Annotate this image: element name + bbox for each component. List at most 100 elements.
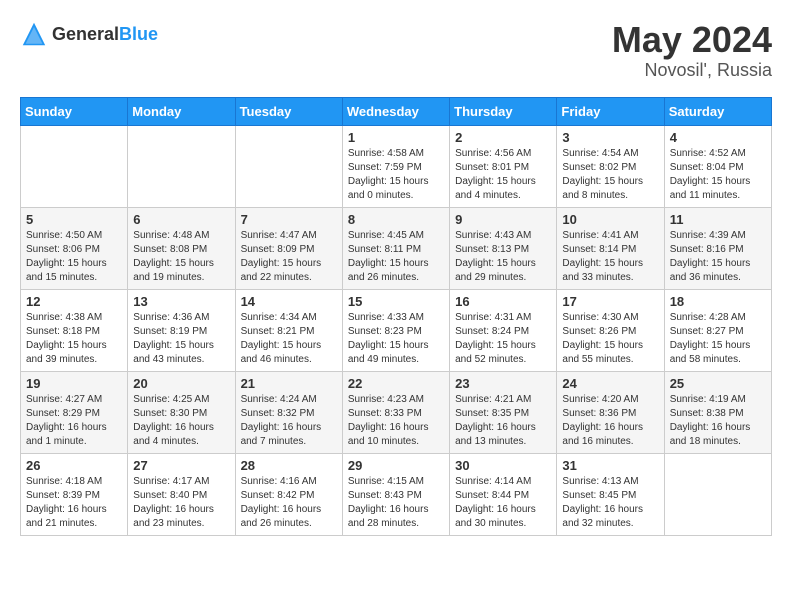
day-info: Sunrise: 4:34 AM Sunset: 8:21 PM Dayligh…: [241, 311, 337, 367]
day-info: Sunrise: 4:28 AM Sunset: 8:27 PM Dayligh…: [670, 311, 766, 367]
calendar-cell: 27 Sunrise: 4:17 AM Sunset: 8:40 PM Dayli…: [128, 453, 235, 535]
day-number: 19: [26, 376, 122, 391]
day-info: Sunrise: 4:41 AM Sunset: 8:14 PM Dayligh…: [562, 229, 658, 285]
calendar-cell: 7 Sunrise: 4:47 AM Sunset: 8:09 PM Daylig…: [235, 207, 342, 289]
calendar-cell: 6Sunrise: 4:48 AM Sunset: 8:08 PM Daylig…: [128, 207, 235, 289]
calendar-cell: 2Sunrise: 4:56 AM Sunset: 8:01 PM Daylig…: [450, 125, 557, 207]
calendar-cell: 30 Sunrise: 4:14 AM Sunset: 8:44 PM Dayli…: [450, 453, 557, 535]
day-info: Sunrise: 4:52 AM Sunset: 8:04 PM Dayligh…: [670, 147, 766, 203]
day-number: 10: [562, 212, 658, 227]
calendar-cell: 1 Sunrise: 4:58 AM Sunset: 7:59 PM Daylig…: [342, 125, 449, 207]
calendar-week-row: 5 Sunrise: 4:50 AM Sunset: 8:06 PM Daylig…: [21, 207, 772, 289]
day-info: Sunrise: 4:31 AM Sunset: 8:24 PM Dayligh…: [455, 311, 551, 367]
page-header: GeneralBlue May 2024 Novosil', Russia: [20, 20, 772, 81]
calendar-cell: 5 Sunrise: 4:50 AM Sunset: 8:06 PM Daylig…: [21, 207, 128, 289]
calendar-cell: 15Sunrise: 4:33 AM Sunset: 8:23 PM Dayli…: [342, 289, 449, 371]
day-info: Sunrise: 4:17 AM Sunset: 8:40 PM Dayligh…: [133, 475, 229, 531]
day-info: Sunrise: 4:58 AM Sunset: 7:59 PM Dayligh…: [348, 147, 444, 203]
day-info: Sunrise: 4:14 AM Sunset: 8:44 PM Dayligh…: [455, 475, 551, 531]
day-info: Sunrise: 4:45 AM Sunset: 8:11 PM Dayligh…: [348, 229, 444, 285]
calendar-cell: 24 Sunrise: 4:20 AM Sunset: 8:36 PM Dayli…: [557, 371, 664, 453]
calendar-week-row: 26Sunrise: 4:18 AM Sunset: 8:39 PM Dayli…: [21, 453, 772, 535]
calendar-header-cell: Monday: [128, 97, 235, 125]
day-number: 23: [455, 376, 551, 391]
calendar-cell: 16Sunrise: 4:31 AM Sunset: 8:24 PM Dayli…: [450, 289, 557, 371]
day-number: 29: [348, 458, 444, 473]
calendar-week-row: 12 Sunrise: 4:38 AM Sunset: 8:18 PM Dayli…: [21, 289, 772, 371]
calendar-cell: 13 Sunrise: 4:36 AM Sunset: 8:19 PM Dayli…: [128, 289, 235, 371]
logo: GeneralBlue: [20, 20, 158, 48]
day-info: Sunrise: 4:23 AM Sunset: 8:33 PM Dayligh…: [348, 393, 444, 449]
calendar-cell: 26Sunrise: 4:18 AM Sunset: 8:39 PM Dayli…: [21, 453, 128, 535]
logo-icon: [20, 20, 48, 48]
calendar-week-row: 1 Sunrise: 4:58 AM Sunset: 7:59 PM Daylig…: [21, 125, 772, 207]
day-info: Sunrise: 4:27 AM Sunset: 8:29 PM Dayligh…: [26, 393, 122, 449]
day-number: 7: [241, 212, 337, 227]
day-info: Sunrise: 4:24 AM Sunset: 8:32 PM Dayligh…: [241, 393, 337, 449]
calendar-cell: 17 Sunrise: 4:30 AM Sunset: 8:26 PM Dayli…: [557, 289, 664, 371]
day-number: 5: [26, 212, 122, 227]
day-number: 14: [241, 294, 337, 309]
calendar-cell: 14 Sunrise: 4:34 AM Sunset: 8:21 PM Dayli…: [235, 289, 342, 371]
calendar-cell: 3 Sunrise: 4:54 AM Sunset: 8:02 PM Daylig…: [557, 125, 664, 207]
day-number: 9: [455, 212, 551, 227]
day-info: Sunrise: 4:16 AM Sunset: 8:42 PM Dayligh…: [241, 475, 337, 531]
calendar-cell: 10 Sunrise: 4:41 AM Sunset: 8:14 PM Dayli…: [557, 207, 664, 289]
day-number: 17: [562, 294, 658, 309]
calendar-cell: [128, 125, 235, 207]
calendar-cell: 11 Sunrise: 4:39 AM Sunset: 8:16 PM Dayli…: [664, 207, 771, 289]
day-info: Sunrise: 4:19 AM Sunset: 8:38 PM Dayligh…: [670, 393, 766, 449]
day-info: Sunrise: 4:56 AM Sunset: 8:01 PM Dayligh…: [455, 147, 551, 203]
calendar-cell: 18 Sunrise: 4:28 AM Sunset: 8:27 PM Dayli…: [664, 289, 771, 371]
day-number: 11: [670, 212, 766, 227]
logo-general: General: [52, 24, 119, 44]
day-info: Sunrise: 4:54 AM Sunset: 8:02 PM Dayligh…: [562, 147, 658, 203]
title-block: May 2024 Novosil', Russia: [612, 20, 772, 81]
day-info: Sunrise: 4:39 AM Sunset: 8:16 PM Dayligh…: [670, 229, 766, 285]
day-number: 21: [241, 376, 337, 391]
day-number: 27: [133, 458, 229, 473]
day-info: Sunrise: 4:43 AM Sunset: 8:13 PM Dayligh…: [455, 229, 551, 285]
day-info: Sunrise: 4:38 AM Sunset: 8:18 PM Dayligh…: [26, 311, 122, 367]
day-info: Sunrise: 4:48 AM Sunset: 8:08 PM Dayligh…: [133, 229, 229, 285]
day-number: 31: [562, 458, 658, 473]
location-subtitle: Novosil', Russia: [612, 60, 772, 81]
day-number: 12: [26, 294, 122, 309]
calendar-cell: 9 Sunrise: 4:43 AM Sunset: 8:13 PM Daylig…: [450, 207, 557, 289]
day-number: 28: [241, 458, 337, 473]
calendar-header-cell: Saturday: [664, 97, 771, 125]
day-number: 20: [133, 376, 229, 391]
calendar-cell: 21 Sunrise: 4:24 AM Sunset: 8:32 PM Dayli…: [235, 371, 342, 453]
day-number: 13: [133, 294, 229, 309]
day-info: Sunrise: 4:50 AM Sunset: 8:06 PM Dayligh…: [26, 229, 122, 285]
day-number: 30: [455, 458, 551, 473]
calendar-cell: 31 Sunrise: 4:13 AM Sunset: 8:45 PM Dayli…: [557, 453, 664, 535]
day-info: Sunrise: 4:15 AM Sunset: 8:43 PM Dayligh…: [348, 475, 444, 531]
day-number: 18: [670, 294, 766, 309]
day-number: 3: [562, 130, 658, 145]
calendar-header-cell: Tuesday: [235, 97, 342, 125]
day-info: Sunrise: 4:47 AM Sunset: 8:09 PM Dayligh…: [241, 229, 337, 285]
day-number: 15: [348, 294, 444, 309]
calendar-cell: 19 Sunrise: 4:27 AM Sunset: 8:29 PM Dayli…: [21, 371, 128, 453]
calendar-cell: 8 Sunrise: 4:45 AM Sunset: 8:11 PM Daylig…: [342, 207, 449, 289]
calendar-cell: 29 Sunrise: 4:15 AM Sunset: 8:43 PM Dayli…: [342, 453, 449, 535]
calendar-cell: 20 Sunrise: 4:25 AM Sunset: 8:30 PM Dayli…: [128, 371, 235, 453]
day-info: Sunrise: 4:20 AM Sunset: 8:36 PM Dayligh…: [562, 393, 658, 449]
calendar-week-row: 19 Sunrise: 4:27 AM Sunset: 8:29 PM Dayli…: [21, 371, 772, 453]
calendar-header-cell: Thursday: [450, 97, 557, 125]
calendar-cell: 12 Sunrise: 4:38 AM Sunset: 8:18 PM Dayli…: [21, 289, 128, 371]
calendar-table: SundayMondayTuesdayWednesdayThursdayFrid…: [20, 97, 772, 536]
day-number: 24: [562, 376, 658, 391]
calendar-cell: [21, 125, 128, 207]
day-info: Sunrise: 4:13 AM Sunset: 8:45 PM Dayligh…: [562, 475, 658, 531]
calendar-cell: [664, 453, 771, 535]
calendar-cell: 22Sunrise: 4:23 AM Sunset: 8:33 PM Dayli…: [342, 371, 449, 453]
day-number: 1: [348, 130, 444, 145]
day-number: 8: [348, 212, 444, 227]
calendar-body: 1 Sunrise: 4:58 AM Sunset: 7:59 PM Daylig…: [21, 125, 772, 535]
day-info: Sunrise: 4:25 AM Sunset: 8:30 PM Dayligh…: [133, 393, 229, 449]
calendar-header-cell: Wednesday: [342, 97, 449, 125]
day-info: Sunrise: 4:30 AM Sunset: 8:26 PM Dayligh…: [562, 311, 658, 367]
day-info: Sunrise: 4:36 AM Sunset: 8:19 PM Dayligh…: [133, 311, 229, 367]
